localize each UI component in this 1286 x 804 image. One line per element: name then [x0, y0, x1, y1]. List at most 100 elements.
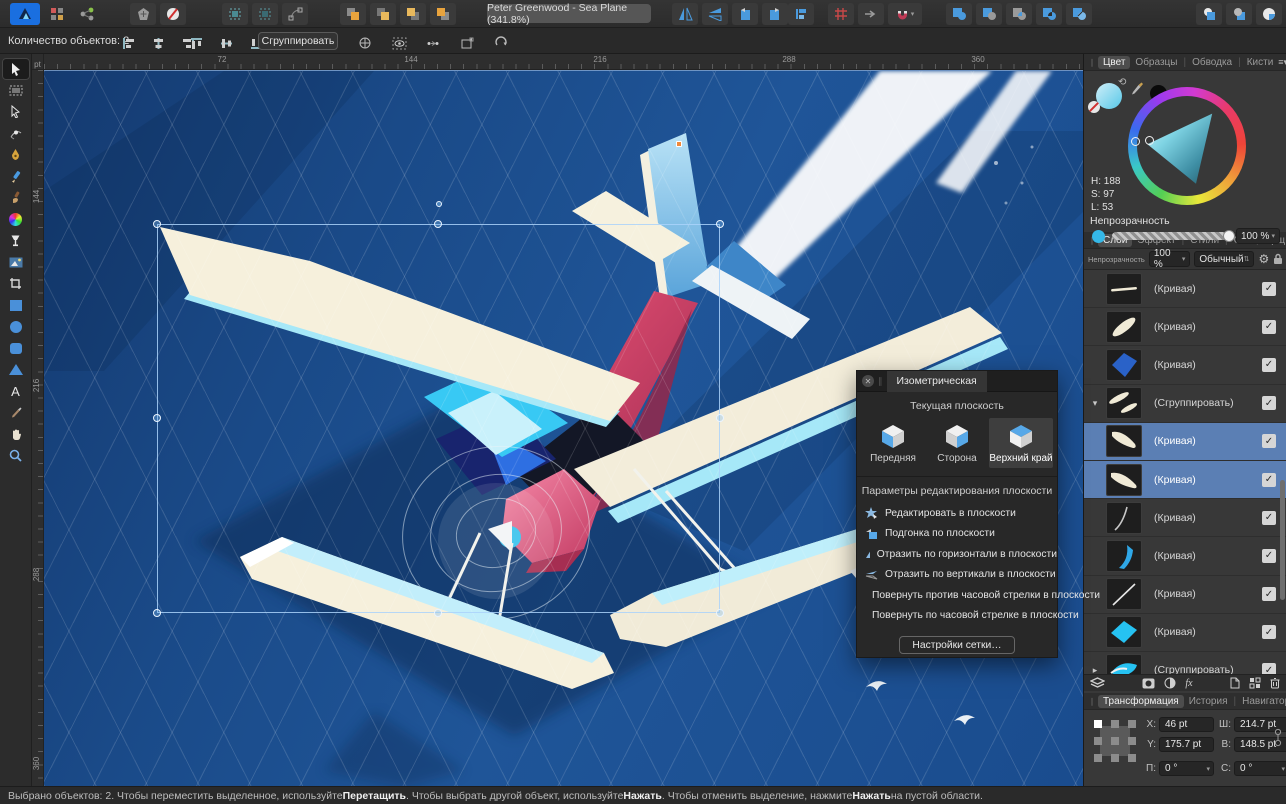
layer-visibility-checkbox[interactable]: ✓	[1262, 434, 1276, 448]
layer-visibility-checkbox[interactable]: ✓	[1262, 396, 1276, 410]
triangle-tool[interactable]	[2, 359, 30, 381]
blend-mode-dropdown[interactable]: Обычный⇅	[1194, 251, 1254, 267]
grid-icon[interactable]	[828, 3, 854, 25]
color-wheel[interactable]	[1128, 87, 1246, 205]
vertical-ruler[interactable]: 144 216 288 360	[32, 70, 44, 786]
boolean-add-icon[interactable]	[946, 3, 972, 25]
move-to-front-icon[interactable]	[340, 3, 366, 25]
no-fill-swatch[interactable]	[1088, 101, 1100, 113]
collapse-arrow-icon[interactable]: ▾	[1084, 398, 1106, 409]
layer-row[interactable]: (Кривая) ✓	[1084, 270, 1286, 308]
cycle-selection-icon[interactable]	[488, 32, 514, 54]
isometric-panel-titlebar[interactable]: ✕ ∥ Изометрическая	[857, 371, 1057, 392]
layers-stack-icon[interactable]	[1090, 677, 1105, 689]
selection-handle[interactable]	[716, 609, 724, 617]
layer-visibility-checkbox[interactable]: ✓	[1262, 320, 1276, 334]
tab-stroke[interactable]: Обводка	[1187, 56, 1237, 69]
layer-visibility-checkbox[interactable]: ✓	[1262, 549, 1276, 563]
layer-row-selected[interactable]: (Кривая) ✓	[1084, 423, 1286, 461]
link-dimensions-icon[interactable]	[1274, 728, 1282, 748]
rotation-handle[interactable]	[436, 201, 442, 207]
tab-navigator[interactable]: Навигатор	[1237, 695, 1286, 708]
plane-top-button[interactable]: Верхний край	[989, 418, 1053, 468]
hide-selection-icon[interactable]	[386, 32, 412, 54]
snap-bounds-icon[interactable]	[222, 3, 248, 25]
align-top-icon[interactable]	[183, 32, 209, 54]
selection-handle[interactable]	[434, 220, 442, 228]
flip-vertical-icon[interactable]	[702, 3, 728, 25]
flip-horizontal-icon[interactable]	[672, 3, 698, 25]
selection-handle[interactable]	[153, 220, 161, 228]
pixel-persona-icon[interactable]	[44, 3, 70, 25]
plane-side-button[interactable]: Сторона	[925, 418, 989, 468]
document-title[interactable]: Peter Greenwood - Sea Plane (341.8%)	[487, 4, 651, 23]
menu-item-flip-horizontal-plane[interactable]: Отразить по горизонтали в плоскости	[857, 544, 1057, 565]
layer-visibility-checkbox[interactable]: ✓	[1262, 282, 1276, 296]
text-tool[interactable]: A	[2, 381, 30, 403]
layer-visibility-checkbox[interactable]: ✓	[1262, 473, 1276, 487]
selection-bounding-box[interactable]	[157, 224, 720, 613]
transform-mode-icon[interactable]	[454, 32, 480, 54]
anchor-point-selector[interactable]	[1094, 720, 1136, 762]
vector-brush-tool[interactable]	[2, 187, 30, 209]
move-forward-icon[interactable]	[370, 3, 396, 25]
selection-handle[interactable]	[153, 609, 161, 617]
alignment-icon[interactable]	[788, 3, 814, 25]
layer-row[interactable]: (Кривая) ✓	[1084, 499, 1286, 537]
move-backward-icon[interactable]	[400, 3, 426, 25]
boolean-xor-icon[interactable]	[1036, 3, 1062, 25]
delete-layer-icon[interactable]	[1270, 677, 1280, 689]
selection-handle[interactable]	[153, 414, 161, 422]
eyedropper-tool[interactable]	[2, 402, 30, 424]
transform-x-input[interactable]: 46 pt	[1159, 717, 1214, 732]
rotate-left-icon[interactable]	[732, 3, 758, 25]
new-layer-icon[interactable]	[1230, 677, 1240, 689]
layer-row[interactable]: (Кривая) ✓	[1084, 614, 1286, 652]
align-middle-icon[interactable]	[213, 32, 239, 54]
move-tool[interactable]	[2, 58, 30, 80]
hue-marker[interactable]	[1131, 137, 1140, 146]
eyedropper-icon[interactable]	[1130, 81, 1144, 96]
selection-handle[interactable]	[434, 609, 442, 617]
tab-history[interactable]: История	[1184, 695, 1233, 708]
snap-geometry-icon[interactable]	[282, 3, 308, 25]
layer-visibility-checkbox[interactable]: ✓	[1262, 663, 1276, 674]
no-style-icon[interactable]	[160, 3, 186, 25]
app-logo-icon[interactable]	[10, 3, 40, 25]
boolean-subtract-icon[interactable]	[976, 3, 1002, 25]
layer-row-selected[interactable]: (Кривая) ✓	[1084, 461, 1286, 499]
align-left-icon[interactable]	[115, 32, 141, 54]
selection-handle[interactable]	[716, 414, 724, 422]
insert-behind-icon[interactable]	[1196, 3, 1222, 25]
layer-visibility-checkbox[interactable]: ✓	[1262, 358, 1276, 372]
ellipse-tool[interactable]	[2, 316, 30, 338]
group-button[interactable]: Сгруппировать	[258, 32, 338, 50]
insert-on-top-icon[interactable]	[1226, 3, 1252, 25]
snap-midpoints-icon[interactable]	[252, 3, 278, 25]
grid-settings-button[interactable]: Настройки сетки…	[899, 636, 1015, 654]
node-tool[interactable]	[2, 101, 30, 123]
point-transform-tool[interactable]	[2, 123, 30, 145]
tab-transform[interactable]: Трансформация	[1098, 695, 1184, 708]
layer-row-group[interactable]: ▸ (Сгруппировать) ✓	[1084, 652, 1286, 674]
artboard-tool[interactable]	[2, 80, 30, 102]
fill-tool[interactable]	[2, 230, 30, 252]
close-icon[interactable]: ✕	[862, 375, 874, 387]
export-persona-icon[interactable]	[74, 3, 100, 25]
menu-item-flip-vertical-plane[interactable]: Отразить по вертикали в плоскости	[857, 565, 1057, 586]
opacity-value-dropdown[interactable]: 100 %▾	[1236, 228, 1280, 244]
move-by-whole-pixels-icon[interactable]	[858, 3, 884, 25]
move-to-back-icon[interactable]	[430, 3, 456, 25]
tab-swatches[interactable]: Образцы	[1130, 56, 1182, 69]
rotation-center-icon[interactable]	[352, 32, 378, 54]
insert-inside-icon[interactable]	[1256, 3, 1282, 25]
tab-brushes[interactable]: Кисти	[1242, 56, 1279, 69]
lock-icon[interactable]	[1273, 253, 1282, 265]
boolean-intersect-icon[interactable]	[1006, 3, 1032, 25]
panel-menu-icon[interactable]: ≡▾	[1278, 57, 1286, 68]
layer-row[interactable]: (Кривая) ✓	[1084, 308, 1286, 346]
layer-row[interactable]: (Кривая) ✓	[1084, 576, 1286, 614]
layer-settings-gear-icon[interactable]: ⚙	[1258, 252, 1269, 266]
pattern-layer-icon[interactable]	[1249, 677, 1261, 689]
opacity-slider[interactable]	[1112, 232, 1230, 240]
